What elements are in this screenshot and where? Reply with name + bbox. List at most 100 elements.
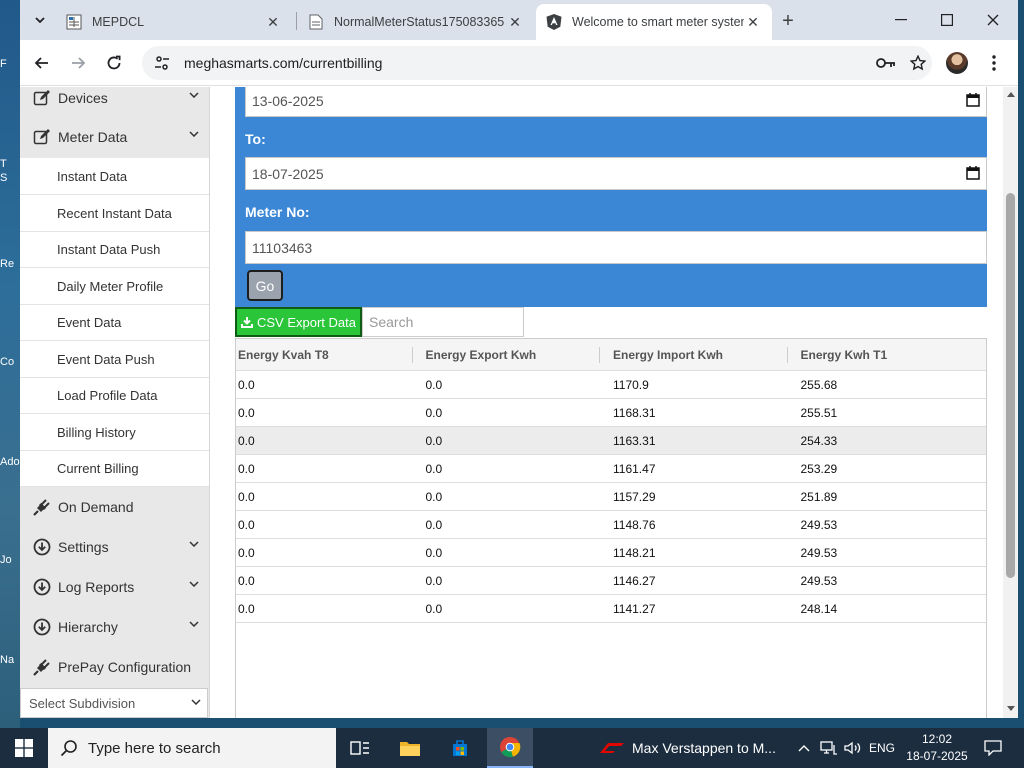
tab-mepdcl[interactable]: MEPDCL ✕ — [56, 4, 292, 40]
table-row[interactable]: 0.0 0.0 1146.27 249.53 — [236, 567, 986, 595]
close-icon[interactable]: ✕ — [744, 13, 762, 31]
reload-button[interactable] — [100, 49, 128, 77]
desktop-icon-label[interactable]: Ado — [0, 456, 20, 468]
scrollbar-thumb[interactable] — [1006, 193, 1015, 578]
table-row[interactable]: 0.0 0.0 1148.76 249.53 — [236, 511, 986, 539]
sidebar-item-settings[interactable]: Settings — [20, 527, 209, 567]
table-cell: 1148.76 — [613, 517, 656, 532]
sidebar-subitem[interactable]: Load Profile Data — [20, 378, 209, 414]
go-button[interactable]: Go — [247, 270, 283, 301]
desktop-icon-label[interactable]: T — [0, 158, 20, 170]
chevron-down-icon — [189, 131, 199, 137]
chevron-down-icon — [189, 541, 199, 547]
desktop-icon-label[interactable]: Re — [0, 258, 20, 270]
profile-avatar[interactable] — [946, 52, 968, 74]
new-tab-button[interactable]: + — [776, 9, 800, 33]
desktop-icon-label[interactable]: Na — [0, 654, 20, 666]
bookmark-star-icon[interactable] — [904, 46, 932, 80]
chevron-down-icon — [189, 92, 199, 98]
subdivision-select[interactable]: Select Subdivision — [20, 688, 208, 718]
desktop-icon-label[interactable]: Jo — [0, 554, 20, 566]
network-icon[interactable] — [818, 728, 840, 768]
table-row[interactable]: 0.0 0.0 1161.47 253.29 — [236, 455, 986, 483]
close-icon[interactable]: ✕ — [506, 13, 524, 31]
table-cell: 249.53 — [800, 573, 838, 588]
minimize-button[interactable] — [878, 0, 924, 40]
task-view-button[interactable] — [340, 728, 380, 768]
chevron-down-icon — [189, 581, 199, 587]
scroll-up-icon[interactable] — [1006, 90, 1015, 99]
forward-button[interactable] — [64, 49, 92, 77]
site-info-icon[interactable] — [150, 51, 174, 75]
desktop-icon-label[interactable]: Co — [0, 356, 20, 368]
password-key-icon[interactable] — [872, 46, 900, 80]
start-button[interactable] — [0, 728, 48, 768]
sidebar-item-prepay-configuration[interactable]: PrePay Configuration — [20, 647, 209, 687]
calendar-icon[interactable] — [966, 166, 980, 180]
column-header[interactable]: Energy Export Kwh — [411, 339, 612, 370]
billing-table: Energy Kvah T8 Energy Export Kwh Energy … — [235, 338, 987, 623]
sidebar-item-meter-data[interactable]: Meter Data — [20, 117, 209, 157]
back-button[interactable] — [28, 49, 56, 77]
to-date-input[interactable]: 18-07-2025 — [245, 157, 987, 190]
table-row[interactable]: 0.0 0.0 1148.21 249.53 — [236, 539, 986, 567]
table-row[interactable]: 0.0 0.0 1163.31 254.33 — [236, 427, 986, 455]
desktop-icon-label[interactable]: F — [0, 58, 20, 70]
maximize-button[interactable] — [924, 0, 970, 40]
taskbar-search-box[interactable]: Type here to search — [48, 728, 336, 768]
sidebar-subitem-current-billing[interactable]: Current Billing — [20, 451, 209, 487]
browser-menu-button[interactable] — [982, 49, 1006, 77]
sidebar-subitem[interactable]: Event Data — [20, 305, 209, 341]
sidebar-item-on-demand[interactable]: On Demand — [20, 487, 209, 527]
table-cell: 0.0 — [425, 405, 443, 420]
column-header[interactable]: Energy Kvah T8 — [236, 339, 424, 370]
news-widget[interactable]: Max Verstappen to M... — [600, 728, 776, 768]
table-cell: 0.0 — [238, 433, 255, 448]
sidebar-item-hierarchy[interactable]: Hierarchy — [20, 607, 209, 647]
table-row[interactable]: 0.0 0.0 1170.9 255.68 — [236, 371, 986, 399]
sidebar-subitem[interactable]: Event Data Push — [20, 341, 209, 378]
store-button[interactable] — [440, 728, 480, 768]
csv-export-button[interactable]: CSV Export Data — [235, 307, 362, 337]
language-indicator[interactable]: ENG — [866, 728, 898, 768]
close-window-button[interactable] — [970, 0, 1016, 40]
sidebar-item-devices[interactable]: Devices — [20, 87, 209, 109]
address-bar[interactable]: meghasmarts.com/currentbilling — [142, 46, 932, 80]
table-cell: 0.0 — [238, 377, 255, 392]
chevron-up-icon[interactable] — [794, 728, 814, 768]
column-header[interactable]: Energy Kwh T1 — [786, 339, 987, 370]
sidebar-subitem[interactable]: Instant Data Push — [20, 232, 209, 268]
page-scrollbar[interactable] — [1003, 87, 1018, 718]
column-header[interactable]: Energy Import Kwh — [599, 339, 799, 370]
calendar-icon[interactable] — [966, 93, 980, 107]
sidebar-subitem[interactable]: Instant Data — [20, 158, 209, 195]
table-row[interactable]: 0.0 0.0 1168.31 255.51 — [236, 399, 986, 427]
taskbar-clock[interactable]: 12:02 18-07-2025 — [900, 731, 974, 765]
table-search-input[interactable]: Search — [362, 307, 524, 337]
desktop-icon-label[interactable]: S — [0, 172, 20, 184]
sidebar-item-label: On Demand — [58, 499, 134, 515]
tab-search-button[interactable] — [28, 8, 52, 32]
tab-normal-meter-status[interactable]: NormalMeterStatus175083365 ✕ — [298, 4, 534, 40]
scroll-down-icon[interactable] — [1006, 704, 1015, 713]
tab-smart-meter[interactable]: Welcome to smart meter system ✕ — [536, 4, 772, 40]
close-icon[interactable]: ✕ — [264, 13, 282, 31]
sidebar-subitem-label: Event Data — [57, 315, 122, 330]
file-explorer-button[interactable] — [390, 728, 430, 768]
sidebar-subitem[interactable]: Daily Meter Profile — [20, 268, 209, 305]
notifications-button[interactable] — [978, 728, 1008, 768]
sidebar-subitem[interactable]: Recent Instant Data — [20, 195, 209, 232]
chrome-taskbar-button[interactable] — [487, 728, 533, 768]
from-date-input[interactable]: 13-06-2025 — [245, 87, 987, 117]
table-row[interactable]: 0.0 0.0 1157.29 251.89 — [236, 483, 986, 511]
sidebar-item-log-reports[interactable]: Log Reports — [20, 567, 209, 607]
chevron-down-icon — [35, 17, 45, 23]
volume-icon[interactable] — [842, 728, 864, 768]
sidebar-subitem[interactable]: Billing History — [20, 414, 209, 451]
meter-no-input[interactable]: 11103463 — [245, 231, 987, 264]
table-row[interactable]: 0.0 0.0 1141.27 248.14 — [236, 595, 986, 623]
sidebar-item-label: Devices — [58, 90, 108, 106]
plug-icon — [32, 497, 52, 517]
tab-title: Welcome to smart meter system — [572, 15, 744, 29]
sidebar: Devices Meter Data Instant Data Recent I… — [20, 87, 210, 718]
